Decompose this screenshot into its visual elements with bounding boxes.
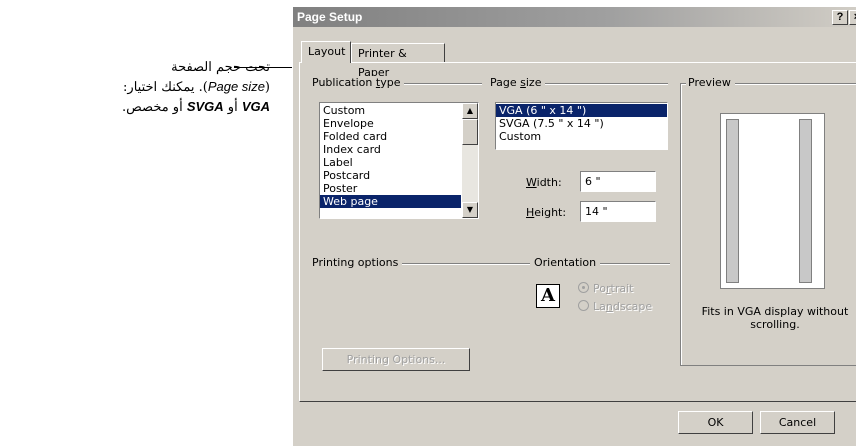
portrait-radio[interactable]: Portrait xyxy=(578,282,633,295)
callout-or: أو xyxy=(223,100,242,115)
publication-type-item[interactable]: Index card xyxy=(320,143,478,156)
width-label-accel: W xyxy=(526,176,537,189)
width-label-rest: idth: xyxy=(536,176,562,189)
orientation-icon-letter: A xyxy=(541,285,555,306)
dialog-titlebar: Page Setup ? × xyxy=(293,7,856,27)
landscape-label-post: dscape xyxy=(612,300,653,313)
callout-line-3: VGA أو SVGA أو مخصص. xyxy=(60,97,270,117)
orientation-page-icon: A xyxy=(536,284,560,308)
publication-type-listbox[interactable]: Custom Envelope Folded card Index card L… xyxy=(319,102,479,219)
scroll-up-arrow-icon[interactable]: ▲ xyxy=(462,103,478,119)
tab-layout-label: Layout xyxy=(308,45,346,58)
portrait-label-post: trait xyxy=(610,282,634,295)
scroll-thumb[interactable] xyxy=(462,119,478,145)
width-input[interactable]: 6 " xyxy=(580,171,656,192)
page-size-listbox[interactable]: VGA (6 " x 14 ") SVGA (7.5 " x 14 ") Cus… xyxy=(495,102,668,150)
preview-label: Preview xyxy=(686,76,735,89)
publication-type-item[interactable]: Envelope xyxy=(320,117,478,130)
orientation-rule-left xyxy=(470,263,530,265)
width-label: Width: xyxy=(526,176,562,189)
height-label: Height: xyxy=(526,206,566,219)
page-size-label: Page size xyxy=(490,76,546,89)
layout-tab-panel: Publication type Custom Envelope Folded … xyxy=(299,62,856,402)
landscape-radio-dot xyxy=(578,300,589,311)
publication-type-item[interactable]: Custom xyxy=(320,104,478,117)
publication-type-label-pre: Publication xyxy=(312,76,376,89)
scroll-down-arrow-icon[interactable]: ▼ xyxy=(462,202,478,218)
tab-printer-paper[interactable]: Printer & Paper xyxy=(351,43,445,79)
callout-term-svga: SVGA xyxy=(186,99,224,114)
publication-type-item[interactable]: Postcard xyxy=(320,169,478,182)
landscape-label-accel: n xyxy=(605,300,613,313)
callout-line-2-text: ). يمكنك اختيار: xyxy=(123,80,208,95)
callout-line-3-text: أو مخصص. xyxy=(121,100,187,115)
tab-layout[interactable]: Layout xyxy=(301,41,351,63)
dialog-title: Page Setup xyxy=(297,10,363,24)
publication-type-scrollbar[interactable]: ▲ ▼ xyxy=(462,103,478,218)
publication-type-item-selected[interactable]: Web page xyxy=(320,195,461,208)
callout-term-page-size: Page size xyxy=(207,79,265,94)
publication-type-label: Publication type xyxy=(312,76,405,89)
landscape-radio[interactable]: Landscape xyxy=(578,300,652,313)
page-size-item[interactable]: Custom xyxy=(496,130,667,143)
page-size-label-pre: Page xyxy=(490,76,521,89)
portrait-radio-dot xyxy=(578,282,589,293)
orientation-label: Orientation xyxy=(530,256,601,269)
height-input[interactable]: 14 " xyxy=(580,201,656,222)
height-label-rest: eight: xyxy=(534,206,567,219)
page-setup-dialog: Page Setup ? × Layout Printer & Paper Pu… xyxy=(292,6,856,446)
portrait-label-pre: Po xyxy=(593,282,606,295)
printing-options-label: Printing options xyxy=(312,256,403,269)
preview-caption: Fits in VGA display without scrolling. xyxy=(701,305,849,331)
publication-type-item[interactable]: Label xyxy=(320,156,478,169)
callout-line-2: (Page size). يمكنك اختيار: xyxy=(123,79,270,95)
page-size-item[interactable]: SVGA (7.5 " x 14 ") xyxy=(496,117,667,130)
close-button[interactable]: × xyxy=(849,10,856,25)
publication-type-label-post: ype xyxy=(380,76,401,89)
page-size-label-post: ize xyxy=(525,76,542,89)
publication-type-item[interactable]: Poster xyxy=(320,182,478,195)
cancel-button[interactable]: Cancel xyxy=(760,411,835,434)
ok-button[interactable]: OK xyxy=(678,411,753,434)
publication-type-item[interactable]: Folded card xyxy=(320,130,478,143)
callout-term-vga: VGA xyxy=(241,99,270,114)
preview-column-left xyxy=(726,119,739,283)
preview-column-right xyxy=(799,119,812,283)
printing-options-button[interactable]: Printing Options... xyxy=(322,348,470,371)
landscape-label-pre: La xyxy=(593,300,606,313)
help-button[interactable]: ? xyxy=(832,10,848,25)
page-size-item-selected[interactable]: VGA (6 " x 14 ") xyxy=(496,104,667,117)
